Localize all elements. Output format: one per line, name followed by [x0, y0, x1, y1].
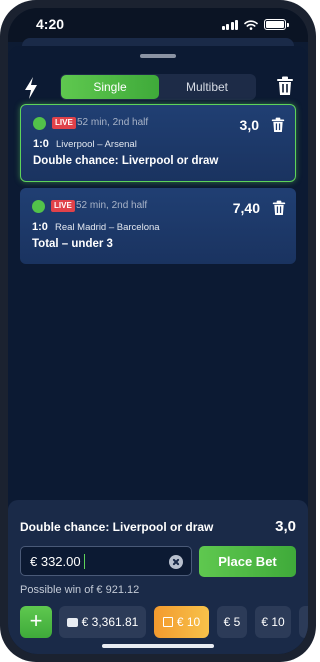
screen: 4:20 Single Multibet LIVE 52 min, 2nd ha…	[8, 8, 308, 654]
clear-input-icon[interactable]	[169, 555, 183, 569]
bet-market: Total – under 3	[32, 238, 113, 250]
home-indicator	[102, 644, 214, 648]
quick-amount-chip[interactable]: € 5	[217, 606, 247, 638]
balance-chip[interactable]: € 3,361.81	[59, 606, 146, 638]
text-caret	[83, 554, 86, 569]
signal-icon	[221, 20, 238, 30]
balance-value: € 3,361.81	[81, 615, 139, 629]
soccer-ball-icon	[32, 200, 45, 213]
possible-win: Possible win of € 921.12	[20, 584, 140, 596]
drag-handle[interactable]	[140, 54, 176, 58]
place-bet-button[interactable]: Place Bet	[199, 546, 296, 577]
tab-multibet[interactable]: Multibet	[159, 75, 255, 99]
match-score: 1:0	[33, 138, 49, 150]
match-score: 1:0	[32, 221, 48, 233]
match-teams: Real Madrid – Barcelona	[55, 222, 160, 233]
betslip-sheet: Single Multibet LIVE 52 min, 2nd half 3,…	[8, 46, 308, 654]
live-badge: LIVE	[52, 117, 76, 129]
soccer-ball-icon	[33, 117, 46, 130]
live-badge: LIVE	[51, 200, 75, 212]
phone-frame: 4:20 Single Multibet LIVE 52 min, 2nd ha…	[0, 0, 316, 662]
lightning-icon[interactable]	[22, 76, 40, 100]
wifi-icon	[244, 20, 258, 30]
quick-amount-chip[interactable]: € 10	[255, 606, 291, 638]
status-time: 4:20	[36, 16, 65, 32]
bet-type-toggle: Single Multibet	[60, 74, 256, 100]
battery-icon	[264, 19, 289, 30]
trash-icon[interactable]	[272, 200, 286, 216]
stake-value: € 332.00	[30, 554, 81, 569]
quick-amount-chip-partial[interactable]	[299, 606, 308, 638]
clear-all-trash-icon[interactable]	[276, 76, 294, 96]
add-funds-button[interactable]: +	[20, 606, 52, 638]
gift-icon	[162, 617, 173, 627]
bet-odds: 7,40	[232, 200, 260, 216]
bet-card[interactable]: LIVE 52 min, 2nd half 7,40 1:0 Real Madr…	[20, 188, 296, 264]
total-odds: 3,0	[275, 518, 296, 535]
status-icons	[221, 19, 289, 30]
quick-stake-chips: + € 3,361.81 € 10 € 5 € 10	[20, 606, 308, 638]
match-time: 52 min, 2nd half	[76, 200, 148, 211]
wallet-icon	[66, 618, 78, 627]
bet-odds: 3,0	[239, 117, 259, 133]
trash-icon[interactable]	[271, 117, 285, 133]
match-teams: Liverpool – Arsenal	[56, 139, 137, 150]
bet-card[interactable]: LIVE 52 min, 2nd half 3,0 1:0 Liverpool …	[20, 104, 296, 182]
bonus-value: € 10	[176, 615, 201, 629]
bet-market: Double chance: Liverpool or draw	[33, 155, 219, 167]
stake-input[interactable]: € 332.00	[20, 546, 192, 576]
stake-panel: Double chance: Liverpool or draw 3,0 € 3…	[8, 500, 308, 654]
match-time: 52 min, 2nd half	[77, 117, 149, 128]
bonus-chip[interactable]: € 10	[154, 606, 209, 638]
status-bar: 4:20	[8, 8, 308, 42]
tab-single[interactable]: Single	[61, 75, 159, 99]
stake-value-wrap: € 332.00	[30, 554, 86, 569]
selected-market: Double chance: Liverpool or draw	[20, 520, 214, 534]
